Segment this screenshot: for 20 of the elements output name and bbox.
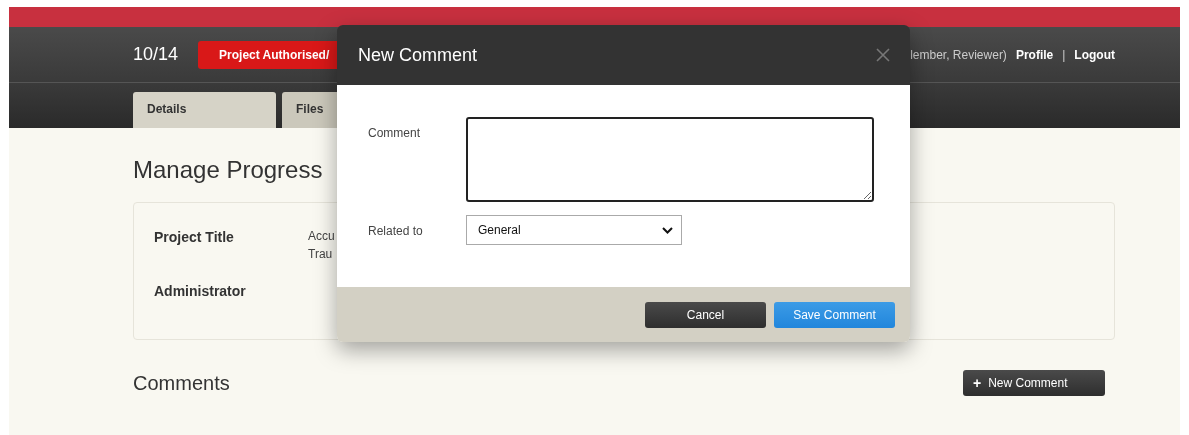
detail-value: Accu (308, 229, 335, 243)
detail-label: Project Title (154, 229, 235, 247)
tab[interactable]: Details (133, 92, 276, 128)
detail-value: Trau (308, 247, 333, 261)
page-title: Manage Progress (133, 156, 324, 184)
new-comment-button[interactable]: + New Comment (963, 370, 1105, 396)
cancel-button[interactable]: Cancel (645, 301, 766, 328)
chevron-down-icon (662, 226, 673, 234)
header-link[interactable]: Logout (1074, 47, 1115, 62)
link-separator: | (1062, 47, 1066, 62)
header-link[interactable]: Profile (1015, 47, 1054, 62)
comments-heading: Comments (133, 371, 230, 395)
detail-label: Administrator (154, 283, 247, 299)
progress-counter: 10/14 (133, 44, 179, 65)
comment-field[interactable] (466, 117, 874, 202)
related-select[interactable]: General (466, 215, 682, 245)
field-label: Related to (368, 223, 424, 238)
user-roles: lember, Reviewer) (910, 47, 1007, 62)
close-icon[interactable] (876, 48, 890, 62)
field-label: Comment (368, 125, 421, 140)
